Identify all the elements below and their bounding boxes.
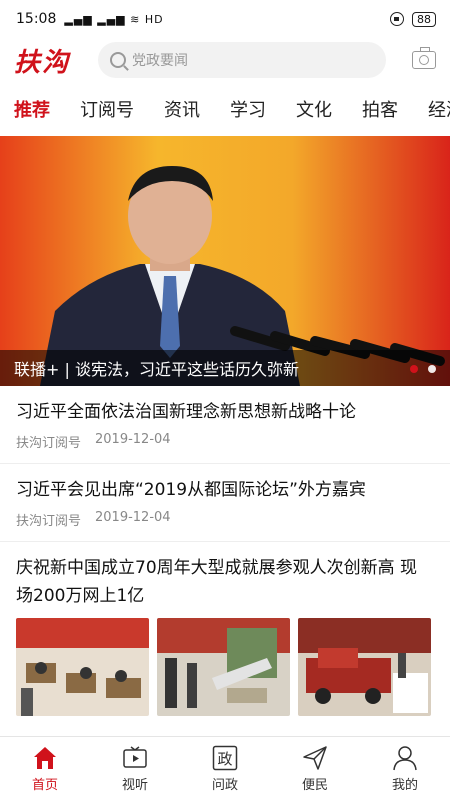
tab-photo[interactable]: 拍客 bbox=[362, 96, 398, 122]
app-logo: 扶沟 bbox=[14, 47, 71, 78]
camera-icon[interactable] bbox=[412, 47, 436, 69]
nav-label: 首页 bbox=[31, 777, 58, 793]
nav-label: 视听 bbox=[121, 777, 148, 793]
battery-icon: 88 bbox=[412, 11, 436, 27]
status-bar: 15:08 ▂▄▆ ▂▄▆ ≋ HD 88 bbox=[0, 0, 450, 38]
tab-subscriptions[interactable]: 订阅号 bbox=[80, 96, 134, 122]
zheng-icon: 政 bbox=[212, 745, 238, 770]
news-title: 习近平会见出席“2019从都国际论坛”外方嘉宾 bbox=[16, 480, 366, 500]
news-title: 习近平全面依法治国新理念新思想新战略十论 bbox=[16, 402, 356, 422]
send-icon bbox=[303, 745, 327, 770]
channel-tabs: 推荐 订阅号 资讯 学习 文化 拍客 经济 bbox=[0, 82, 450, 136]
nav-home[interactable]: 首页 bbox=[0, 737, 90, 800]
news-thumbnail[interactable] bbox=[157, 618, 290, 716]
banner-image bbox=[0, 136, 450, 386]
user-icon bbox=[393, 745, 417, 770]
search-icon bbox=[110, 52, 126, 68]
news-item[interactable]: 习近平会见出席“2019从都国际论坛”外方嘉宾 扶沟订阅号 2019-12-04 bbox=[0, 464, 450, 542]
news-meta: 扶沟订阅号 2019-12-04 bbox=[16, 432, 434, 451]
status-right: 88 bbox=[390, 11, 436, 27]
news-date: 2019-12-04 bbox=[95, 432, 171, 447]
news-item[interactable]: 习近平全面依法治国新理念新思想新战略十论 扶沟订阅号 2019-12-04 bbox=[0, 386, 450, 464]
news-meta: 扶沟订阅号 2019-12-04 bbox=[16, 510, 434, 529]
news-date: 2019-12-04 bbox=[95, 510, 171, 525]
nav-services[interactable]: 便民 bbox=[270, 737, 360, 800]
status-time: 15:08 bbox=[16, 11, 57, 27]
nav-profile[interactable]: 我的 bbox=[360, 737, 450, 800]
tv-icon bbox=[123, 745, 147, 768]
news-thumbnails bbox=[16, 618, 434, 716]
news-title: 庆祝新中国成立70周年大型成就展参观人次创新高 现场200万网上1亿 bbox=[16, 558, 418, 606]
status-left: 15:08 ▂▄▆ ▂▄▆ ≋ HD bbox=[16, 11, 164, 27]
nav-label: 问政 bbox=[211, 777, 238, 793]
nav-label: 我的 bbox=[391, 777, 418, 793]
search-input[interactable]: 党政要闻 bbox=[98, 42, 386, 78]
bottom-nav: 首页 视听 政 问政 便民 我的 bbox=[0, 736, 450, 800]
news-thumbnail[interactable] bbox=[16, 618, 149, 716]
carousel-dots bbox=[410, 365, 436, 373]
news-item[interactable]: 庆祝新中国成立70周年大型成就展参观人次创新高 现场200万网上1亿 bbox=[0, 542, 450, 728]
news-thumbnail[interactable] bbox=[298, 618, 431, 716]
search-placeholder: 党政要闻 bbox=[132, 53, 188, 69]
banner-carousel[interactable]: 联播+ | 谈宪法，习近平这些话历久弥新 bbox=[0, 136, 450, 386]
lock-icon bbox=[390, 12, 404, 26]
nav-label: 便民 bbox=[301, 777, 328, 793]
tab-recommend[interactable]: 推荐 bbox=[14, 96, 50, 122]
carousel-dot bbox=[428, 365, 436, 373]
news-source: 扶沟订阅号 bbox=[16, 514, 82, 529]
news-source: 扶沟订阅号 bbox=[16, 436, 82, 451]
tab-news[interactable]: 资讯 bbox=[164, 96, 200, 122]
svg-text:政: 政 bbox=[217, 750, 232, 768]
signal-icons: ▂▄▆ ▂▄▆ ≋ HD bbox=[64, 12, 164, 26]
carousel-dot-active bbox=[410, 365, 418, 373]
tab-economy[interactable]: 经济 bbox=[428, 96, 450, 122]
tab-culture[interactable]: 文化 bbox=[296, 96, 332, 122]
app-header: 扶沟 党政要闻 bbox=[0, 38, 450, 82]
home-icon bbox=[34, 746, 56, 769]
nav-media[interactable]: 视听 bbox=[90, 737, 180, 800]
tab-study[interactable]: 学习 bbox=[230, 96, 266, 122]
nav-inquiry[interactable]: 政 问政 bbox=[180, 737, 270, 800]
banner-caption[interactable]: 联播+ | 谈宪法，习近平这些话历久弥新 bbox=[0, 350, 450, 386]
